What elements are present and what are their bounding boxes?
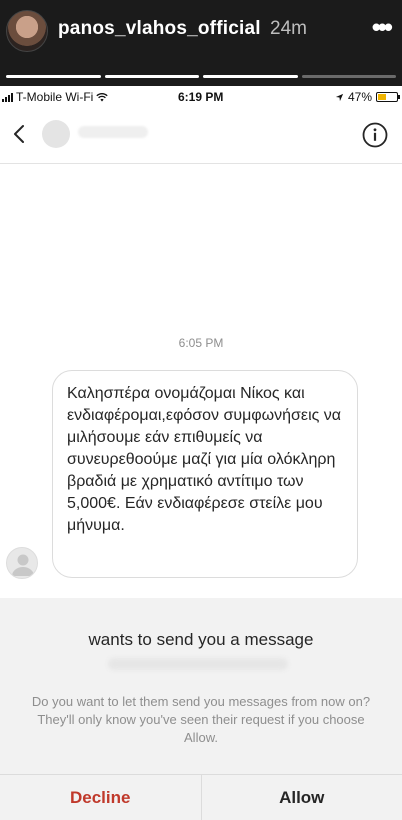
- status-time: 6:19 PM: [178, 90, 224, 104]
- status-bar: T-Mobile Wi-Fi 6:19 PM 47%: [0, 86, 402, 108]
- sender-avatar[interactable]: [6, 547, 38, 579]
- chat-header: [0, 108, 402, 164]
- more-dots-icon[interactable]: •••: [372, 12, 393, 43]
- message-bubble[interactable]: Καλησπέρα ονομάζομαι Νίκος και ενδιαφέρο…: [52, 370, 358, 578]
- decline-button[interactable]: Decline: [0, 775, 202, 820]
- default-avatar-icon: [12, 554, 34, 576]
- carrier-label: T-Mobile Wi-Fi: [16, 90, 94, 104]
- allow-button[interactable]: Allow: [202, 775, 402, 820]
- info-icon[interactable]: [362, 122, 388, 148]
- story-header: panos_vlahos_official 24m •••: [0, 0, 402, 86]
- story-progress-segment: [6, 75, 101, 78]
- story-progress-segment: [301, 75, 396, 78]
- story-progress-segment: [104, 75, 199, 78]
- chat-username-redacted[interactable]: [78, 126, 148, 138]
- story-progress: [6, 75, 396, 78]
- chevron-left-icon[interactable]: [10, 124, 30, 144]
- story-username[interactable]: panos_vlahos_official: [58, 18, 261, 40]
- request-description: Do you want to let them send you message…: [31, 694, 371, 745]
- wifi-icon: [96, 92, 109, 101]
- message-timestamp: 6:05 PM: [178, 336, 224, 350]
- request-title: wants to send you a message: [88, 630, 314, 649]
- battery-icon: [376, 92, 400, 102]
- story-avatar[interactable]: [6, 10, 48, 52]
- chat-avatar[interactable]: [42, 120, 70, 148]
- battery-percent: 47%: [347, 90, 372, 104]
- story-progress-segment: [203, 75, 298, 78]
- message-request-panel: wants to send you a message Do you want …: [0, 598, 402, 820]
- location-arrow-icon: [335, 93, 344, 101]
- story-time-ago: 24m: [270, 18, 307, 39]
- request-actions: Decline Allow: [0, 774, 402, 820]
- signal-icon: [2, 92, 13, 102]
- request-redacted-username: [108, 658, 288, 670]
